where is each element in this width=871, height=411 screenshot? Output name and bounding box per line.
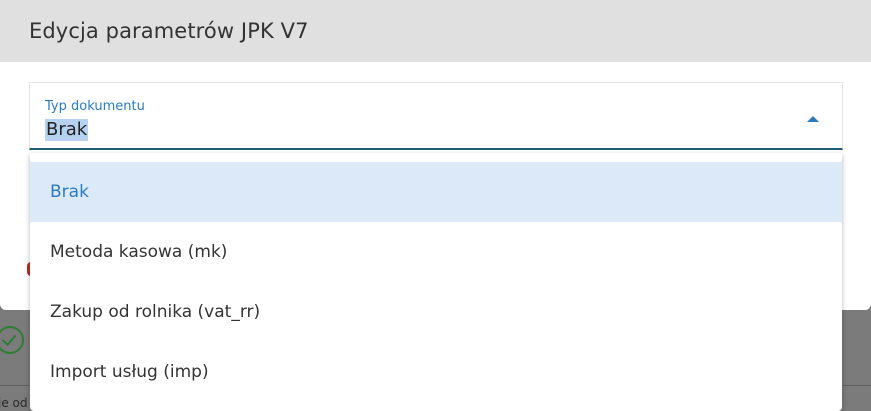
option-zakup-od-rolnika[interactable]: Zakup od rolnika (vat_rr) xyxy=(30,282,842,342)
caret-up-icon[interactable] xyxy=(807,116,819,122)
dialog-header: Edycja parametrów JPK V7 xyxy=(0,0,871,62)
document-type-value[interactable]: Brak xyxy=(45,119,89,141)
document-type-label: Typ dokumentu xyxy=(45,99,145,114)
document-type-options: Brak Metoda kasowa (mk) Zakup od rolnika… xyxy=(30,153,842,411)
document-type-select[interactable]: Typ dokumentu Brak xyxy=(29,82,843,150)
dialog-title: Edycja parametrów JPK V7 xyxy=(29,19,309,43)
background-text: je od xyxy=(0,396,28,410)
option-brak[interactable]: Brak xyxy=(30,162,842,222)
option-import-uslug[interactable]: Import usług (imp) xyxy=(30,342,842,402)
option-metoda-kasowa[interactable]: Metoda kasowa (mk) xyxy=(30,222,842,282)
